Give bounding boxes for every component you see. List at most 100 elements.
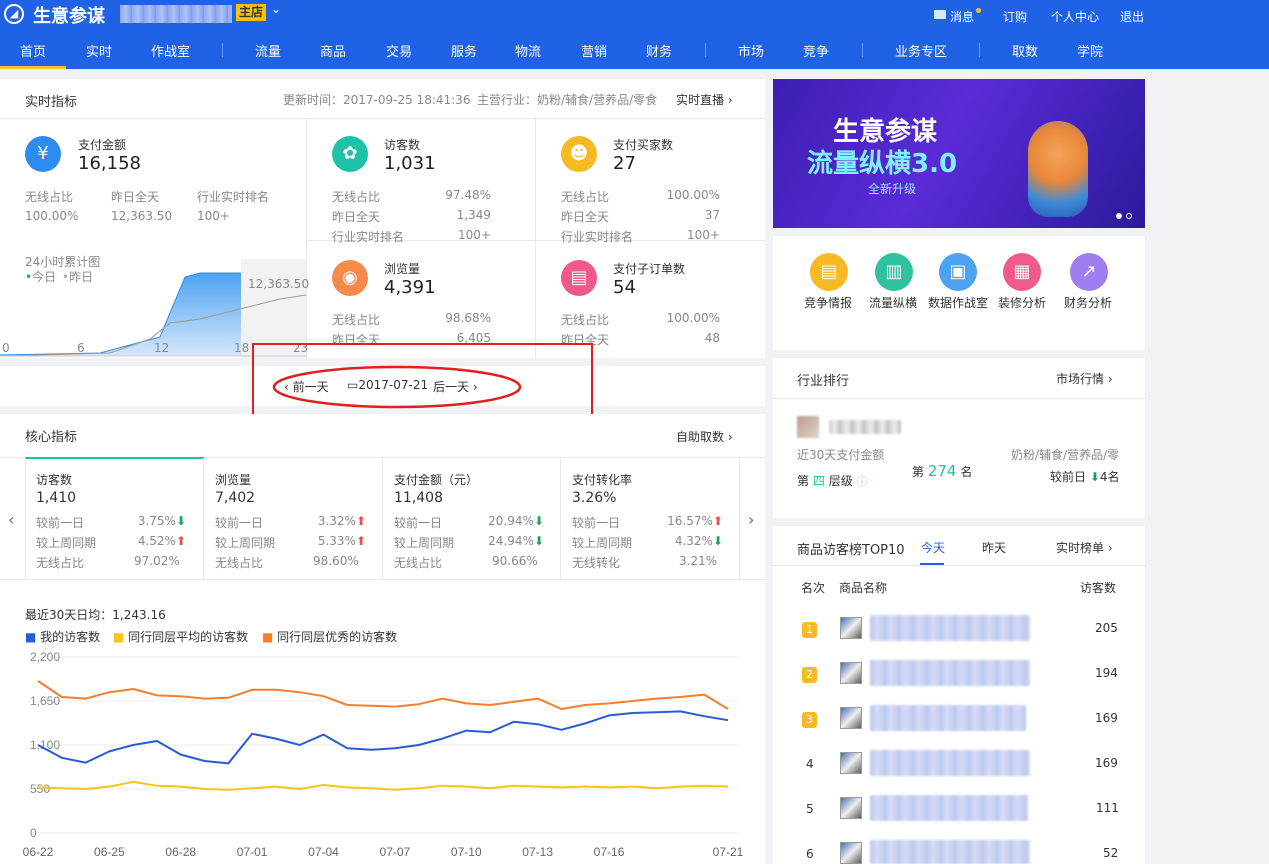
carousel-dot[interactable] <box>1116 213 1122 219</box>
top10-title: 商品访客榜TOP10 <box>797 543 905 558</box>
suborders-row-value: 100.00% <box>666 311 720 325</box>
card-row-label: 无线转化 <box>572 556 621 570</box>
x-tick-label: 06-22 <box>23 845 54 859</box>
tab-yesterday[interactable]: 昨天 <box>982 539 1006 556</box>
active-card-bar <box>25 457 204 459</box>
x-tick-label: 07-01 <box>237 845 268 859</box>
nav-home[interactable]: 首页 <box>20 41 46 60</box>
card-visitors-label[interactable]: 访客数 <box>36 471 72 488</box>
market-link[interactable]: 市场行情 › <box>1056 370 1113 387</box>
tab-today[interactable]: 今天 <box>921 539 945 556</box>
realtime-panel: 实时指标 更新时间：2017-09-25 18:41:36 主营行业：奶粉/辅食… <box>0 79 765 358</box>
nav-academy[interactable]: 学院 <box>1077 41 1103 60</box>
nav-finance[interactable]: 财务 <box>646 41 672 60</box>
tool-war-room[interactable]: 数据作战室 <box>928 294 988 311</box>
visitor-count: 52 <box>1103 846 1119 860</box>
tool-decoration[interactable]: 装修分析 <box>998 294 1046 311</box>
product-name-blurred[interactable] <box>870 705 1026 731</box>
app-title[interactable]: 生意参谋 <box>33 2 105 28</box>
product-name-blurred[interactable] <box>870 795 1028 821</box>
chevron-down-icon[interactable]: ⌄ <box>271 2 281 16</box>
rank-badge: 1 <box>802 622 817 638</box>
visitors-row-label: 行业实时排名 <box>332 230 405 244</box>
product-thumbnail[interactable] <box>840 797 862 819</box>
divider <box>773 565 1145 566</box>
core-title: 核心指标 <box>25 430 78 445</box>
nav-traffic[interactable]: 流量 <box>255 41 281 60</box>
nav-data-fetch[interactable]: 取数 <box>1012 41 1038 60</box>
nav-products[interactable]: 商品 <box>320 41 346 60</box>
product-thumbnail[interactable] <box>840 662 862 684</box>
rank-number: 4 <box>806 757 814 771</box>
nav-market[interactable]: 市场 <box>738 41 764 60</box>
level-text: 第 四 层级 ⓘ <box>797 474 868 488</box>
mini-xtick: 0 <box>2 341 10 355</box>
visitors-row-value: 100+ <box>458 228 491 242</box>
divider <box>0 118 765 119</box>
card-row-value: 3.32%⬆ <box>317 514 366 528</box>
visitors-row-label: 昨日全天 <box>332 210 381 224</box>
live-link[interactable]: 实时直播 › <box>676 91 733 108</box>
nav-service[interactable]: 服务 <box>451 41 477 60</box>
card-row-value: 4.32%⬇ <box>674 534 723 548</box>
competition-intel-icon[interactable]: ▤ <box>810 253 848 291</box>
nav-war-room[interactable]: 作战室 <box>151 41 190 60</box>
buyers-row-value: 37 <box>704 208 720 222</box>
visitor-count: 111 <box>1096 801 1119 815</box>
traffic-icon[interactable]: ▥ <box>875 253 913 291</box>
product-thumbnail[interactable] <box>840 842 862 864</box>
divider <box>382 458 383 579</box>
tool-finance[interactable]: 财务分析 <box>1064 294 1112 311</box>
buyers-row-label: 行业实时排名 <box>561 230 634 244</box>
visitors-row-value: 97.48% <box>445 188 491 202</box>
nav-realtime[interactable]: 实时 <box>86 41 112 60</box>
trend-icon[interactable]: ↗ <box>1070 253 1108 291</box>
logout-link[interactable]: 退出 <box>1120 8 1144 25</box>
card-conversion-label[interactable]: 支付转化率 <box>572 471 632 488</box>
nav-logistics[interactable]: 物流 <box>515 41 541 60</box>
industry-rank-label: 行业实时排名 <box>197 190 270 204</box>
product-thumbnail[interactable] <box>840 707 862 729</box>
nav-divider <box>705 43 706 57</box>
avg-30-days: 最近30天日均：1,243.16 <box>25 608 166 622</box>
yuan-icon: ¥ <box>25 136 61 172</box>
personal-center-link[interactable]: 个人中心 <box>1051 8 1099 25</box>
product-name-blurred[interactable] <box>870 750 1030 776</box>
brush-icon[interactable]: ▦ <box>1003 253 1041 291</box>
product-name-blurred[interactable] <box>870 840 1030 864</box>
card-row-label: 较前一日 <box>215 516 264 530</box>
compass-icon: ◢ <box>4 4 24 24</box>
promo-banner[interactable]: 生意参谋 流量纵横3.0 全新升级 <box>773 79 1145 228</box>
rank-number: 5 <box>806 802 814 816</box>
product-thumbnail[interactable] <box>840 617 862 639</box>
pay-amount-value: 16,158 <box>78 153 141 174</box>
self-fetch-link[interactable]: 自助取数 › <box>676 428 733 445</box>
wireless-ratio-value: 100.00% <box>25 209 79 223</box>
product-name-blurred[interactable] <box>870 660 1030 686</box>
tool-competition-intel[interactable]: 竞争情报 <box>804 294 852 311</box>
industry-rank-panel: 行业排行 市场行情 › 近30天支付金额 奶粉/辅食/营养品/零 第 四 层级 … <box>773 358 1145 518</box>
views-label: 浏览量 <box>384 262 421 276</box>
nav-business[interactable]: 业务专区 <box>895 41 947 60</box>
mini-chart-peak-label: 12,363.50 <box>248 277 310 291</box>
nav-trade[interactable]: 交易 <box>386 41 412 60</box>
product-thumbnail[interactable] <box>840 752 862 774</box>
card-views-label[interactable]: 浏览量 <box>215 471 251 488</box>
product-name-blurred[interactable] <box>870 615 1030 641</box>
nav-marketing[interactable]: 营销 <box>581 41 607 60</box>
subscribe-link[interactable]: 订购 <box>1003 8 1027 25</box>
carousel-dot[interactable] <box>1126 213 1132 219</box>
chevron-right-icon[interactable]: › <box>748 510 754 529</box>
tool-traffic[interactable]: 流量纵横 <box>869 294 917 311</box>
visitor-trend-chart: 05501,1001,6502,20006-22 06-25 06-28 07-01 0… <box>23 650 744 859</box>
card-pay-label[interactable]: 支付金额（元） <box>394 471 478 488</box>
col-product-name: 商品名称 <box>839 581 888 595</box>
visitor-count: 169 <box>1095 711 1118 725</box>
nav-competition[interactable]: 竞争 <box>803 41 829 60</box>
chevron-left-icon[interactable]: ‹ <box>8 510 14 529</box>
card-row-value: 20.94%⬇ <box>488 514 544 528</box>
live-rank-link[interactable]: 实时榜单 › <box>1056 539 1113 556</box>
war-room-icon[interactable]: ▣ <box>939 253 977 291</box>
card-row-value: 16.57%⬆ <box>667 514 723 528</box>
messages-link[interactable]: 消息 <box>950 8 974 25</box>
